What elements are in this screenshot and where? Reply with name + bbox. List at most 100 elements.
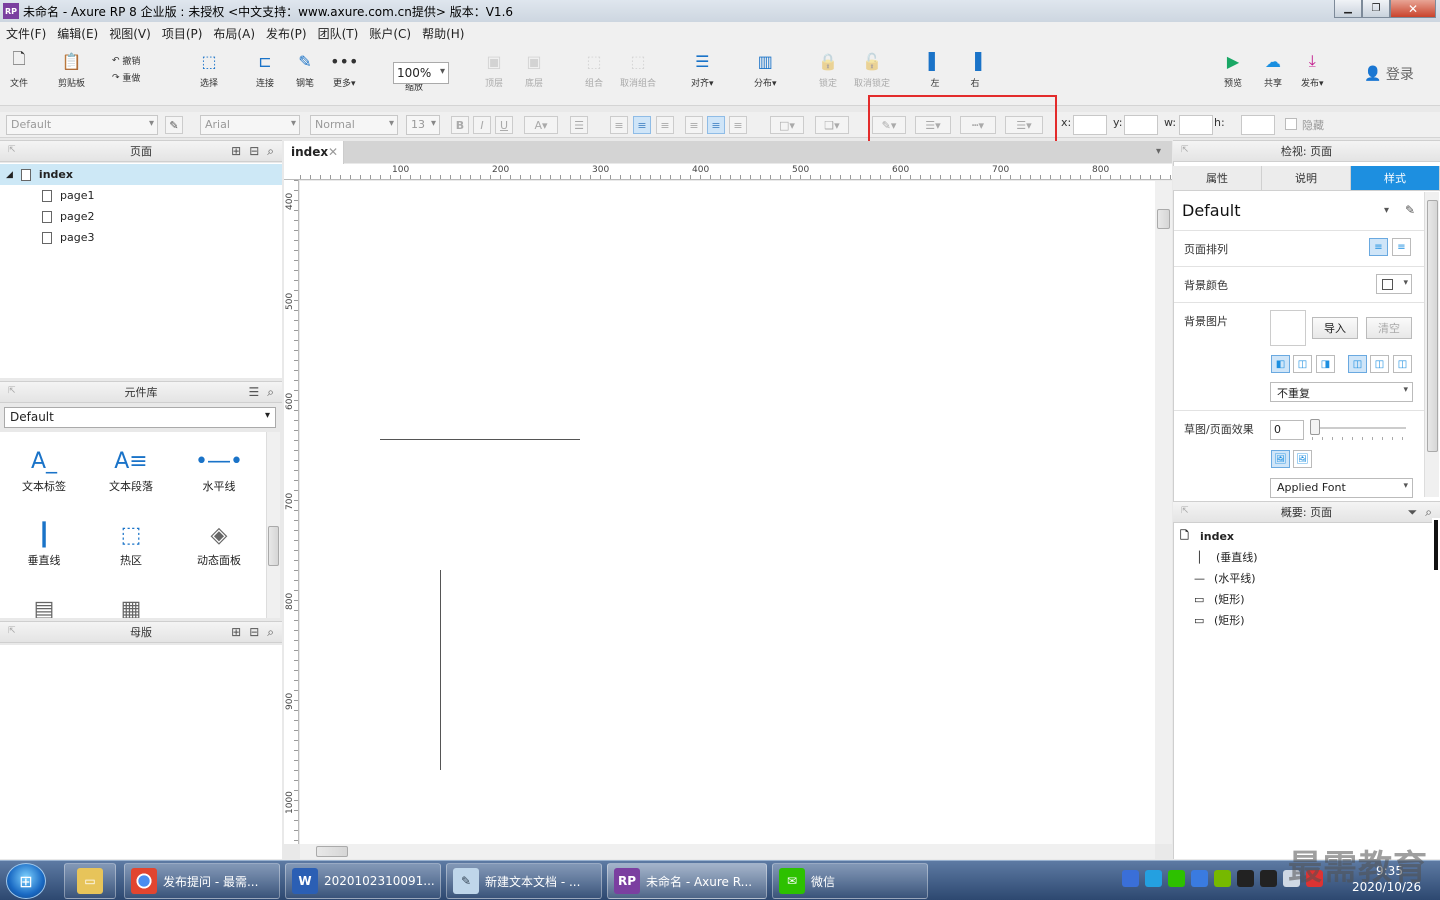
- pin-icon[interactable]: ⇱: [8, 626, 16, 636]
- connect-button[interactable]: ⊏ 连接: [254, 50, 276, 90]
- menu-file[interactable]: 文件(F): [6, 25, 46, 42]
- canvas-vertical-scrollbar[interactable]: [1155, 181, 1172, 844]
- canvas-vscroll-thumb[interactable]: [1157, 209, 1170, 229]
- menu-icon[interactable]: ☰: [249, 385, 260, 400]
- outline-item[interactable]: ▭ (矩形): [1194, 610, 1245, 630]
- y-input[interactable]: [1124, 115, 1158, 135]
- bring-to-front-button[interactable]: ▣ 顶层: [483, 50, 505, 90]
- image-align-left-icon[interactable]: ◧: [1271, 355, 1290, 373]
- menu-team[interactable]: 团队(T): [318, 25, 359, 42]
- more-button[interactable]: ••• 更多▾: [330, 50, 358, 90]
- image-align-right-icon[interactable]: ◨: [1316, 355, 1335, 373]
- widget-vertical-line[interactable]: ┃ 垂直线: [6, 518, 82, 568]
- send-to-back-button[interactable]: ▣ 底层: [523, 50, 545, 90]
- shield-icon[interactable]: [1191, 870, 1208, 887]
- library-scroll-thumb[interactable]: [268, 526, 279, 566]
- outline-scrollbar[interactable]: [1432, 518, 1440, 572]
- explorer-task[interactable]: ▭: [64, 863, 116, 899]
- publish-button[interactable]: ⤓ 发布▾: [1301, 50, 1324, 89]
- font-combo[interactable]: Arial: [200, 115, 300, 135]
- sketch-value-input[interactable]: 0: [1270, 420, 1304, 440]
- distribute-button[interactable]: ▥ 分布▾: [754, 50, 777, 90]
- valign-top-icon[interactable]: ≡: [685, 116, 703, 134]
- font-size-combo[interactable]: 13: [406, 115, 440, 135]
- qq-icon[interactable]: [1260, 870, 1277, 887]
- add-master-icon[interactable]: ⊞: [231, 625, 241, 640]
- ungroup-button[interactable]: ⬚ 取消组合: [620, 50, 656, 90]
- login-button[interactable]: 👤 登录: [1364, 64, 1414, 84]
- maximize-button[interactable]: ❐: [1362, 0, 1390, 18]
- close-tab-icon[interactable]: ✕: [328, 145, 338, 159]
- page-item-page1[interactable]: page1: [42, 185, 94, 206]
- page-style-name[interactable]: Default: [1182, 201, 1240, 220]
- shadow-icon[interactable]: ❑▾: [815, 116, 849, 134]
- widget-hotspot[interactable]: ⬚ 热区: [93, 518, 169, 568]
- tab-notes[interactable]: 说明: [1262, 166, 1351, 190]
- style-edit-icon[interactable]: ✎: [165, 116, 183, 134]
- select-button[interactable]: ⬚ 选择: [198, 50, 220, 90]
- inspector-scrollbar[interactable]: [1424, 192, 1439, 497]
- zoom-select[interactable]: 100%: [393, 62, 449, 84]
- collapse-icon[interactable]: ◢: [6, 170, 13, 180]
- page-item-page3[interactable]: page3: [42, 227, 94, 248]
- unlock-button[interactable]: 🔓 取消锁定: [854, 50, 890, 90]
- page-item-page2[interactable]: page2: [42, 206, 94, 227]
- image-valign-middle-icon[interactable]: ◫: [1370, 355, 1389, 373]
- pin-icon[interactable]: ⇱: [1181, 506, 1189, 516]
- tab-dropdown-icon[interactable]: ▾: [1156, 146, 1161, 157]
- pin-icon[interactable]: ⇱: [8, 145, 16, 155]
- widget-text-label[interactable]: A_ 文本标签: [6, 444, 82, 494]
- menu-project[interactable]: 项目(P): [162, 25, 203, 42]
- widget-table[interactable]: ▤: [6, 592, 82, 619]
- page-align-left-icon[interactable]: ≡: [1369, 238, 1388, 256]
- file-button[interactable]: 🗋 文件: [8, 49, 30, 90]
- close-button[interactable]: ✕: [1390, 0, 1436, 18]
- vertical-line-widget[interactable]: [440, 570, 441, 770]
- design-canvas[interactable]: [300, 181, 1155, 844]
- grayscale-image-icon[interactable]: 🖼: [1293, 450, 1312, 468]
- clear-button[interactable]: 清空: [1366, 317, 1412, 339]
- filter-icon[interactable]: ⏷: [1408, 505, 1418, 520]
- sketch-slider-handle[interactable]: [1310, 419, 1320, 435]
- font-color-icon[interactable]: A▾: [524, 116, 558, 134]
- menu-edit[interactable]: 编辑(E): [57, 25, 98, 42]
- minimize-button[interactable]: ▁: [1334, 0, 1362, 18]
- color-image-icon[interactable]: 🖼: [1271, 450, 1290, 468]
- notepad-task[interactable]: ✎ 新建文本文档 - ...: [446, 863, 602, 899]
- group-button[interactable]: ⬚ 组合: [583, 50, 605, 90]
- align-button[interactable]: ☰ 对齐▾: [691, 50, 714, 90]
- nvidia-icon[interactable]: [1214, 870, 1231, 887]
- menu-account[interactable]: 账户(C): [369, 25, 411, 42]
- valign-bottom-icon[interactable]: ≡: [729, 116, 747, 134]
- menu-help[interactable]: 帮助(H): [422, 25, 464, 42]
- outline-item[interactable]: ▭ (矩形): [1194, 589, 1245, 609]
- applied-font-select[interactable]: Applied Font: [1270, 478, 1413, 498]
- search-icon[interactable]: ⌕: [267, 144, 274, 159]
- bg-color-picker[interactable]: ▾: [1376, 274, 1412, 294]
- add-folder-icon[interactable]: ⊟: [249, 625, 259, 640]
- fill-color-icon[interactable]: □▾: [770, 116, 804, 134]
- tab-style[interactable]: 样式: [1351, 166, 1440, 190]
- align-text-left-icon[interactable]: ≡: [610, 116, 628, 134]
- bullet-list-icon[interactable]: ☰: [570, 116, 588, 134]
- outline-item[interactable]: │ (垂直线): [1196, 547, 1258, 567]
- word-task[interactable]: W 2020102310091...: [285, 863, 441, 899]
- library-select[interactable]: Default: [4, 407, 276, 428]
- search-icon[interactable]: ⌕: [1425, 505, 1432, 520]
- menu-view[interactable]: 视图(V): [109, 25, 151, 42]
- align-text-center-icon[interactable]: ≡: [633, 116, 651, 134]
- tab-properties[interactable]: 属性: [1173, 166, 1262, 190]
- pin-icon[interactable]: ⇱: [1181, 145, 1189, 155]
- menu-publish[interactable]: 发布(P): [266, 25, 307, 42]
- inspector-scroll-thumb[interactable]: [1427, 200, 1438, 452]
- hide-checkbox[interactable]: [1285, 118, 1297, 130]
- style-combo[interactable]: Default: [6, 115, 158, 135]
- add-page-icon[interactable]: ⊞: [231, 144, 241, 159]
- redo-button[interactable]: ↷ 重做: [112, 71, 140, 85]
- chrome-task[interactable]: 发布提问 - 最需...: [124, 863, 280, 899]
- page-align-center-icon[interactable]: ≡: [1392, 238, 1411, 256]
- undo-button[interactable]: ↶ 撤销: [112, 54, 140, 68]
- h-input[interactable]: [1241, 115, 1275, 135]
- widget-horizontal-line[interactable]: •―• 水平线: [181, 444, 257, 494]
- underline-icon[interactable]: U: [495, 116, 513, 134]
